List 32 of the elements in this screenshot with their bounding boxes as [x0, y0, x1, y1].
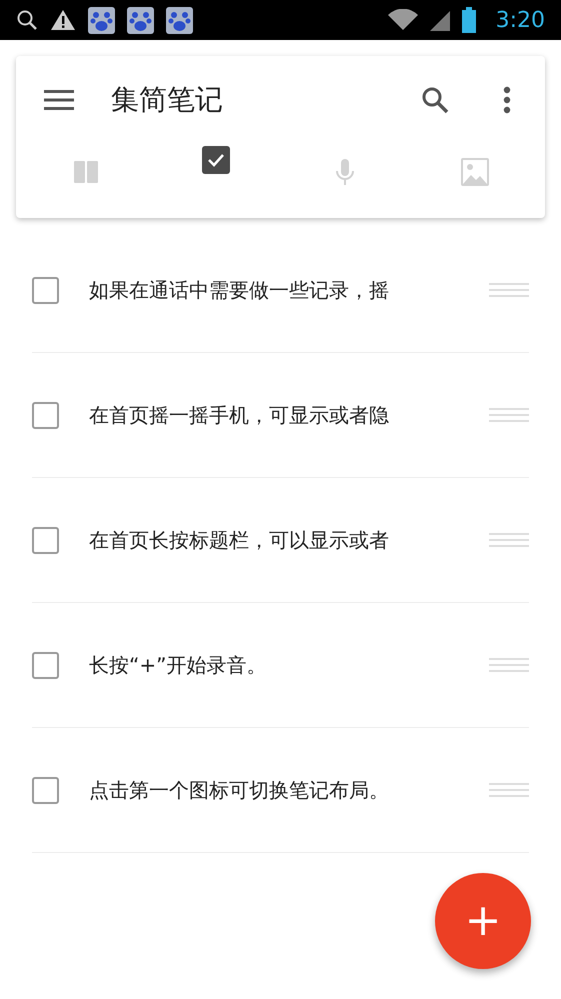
search-icon [421, 86, 449, 114]
clock: 3:20 [496, 6, 545, 34]
paw-icon [166, 6, 193, 34]
note-text: 在首页长按标题栏，可以显示或者 [89, 527, 389, 554]
drag-handle-icon[interactable] [489, 408, 529, 422]
drag-handle-icon[interactable] [489, 533, 529, 547]
note-text: 长按“+”开始录音。 [89, 652, 266, 679]
note-text: 点击第一个图标可切换笔记布局。 [89, 777, 389, 804]
checkbox-icon [200, 145, 231, 175]
drag-handle-icon[interactable] [489, 658, 529, 672]
checkbox[interactable] [32, 526, 59, 554]
paw-icon [88, 6, 115, 34]
note-text: 在首页摇一摇手机，可显示或者隐 [89, 402, 389, 429]
note-text: 如果在通话中需要做一些记录，摇 [89, 277, 389, 304]
checkbox[interactable] [32, 402, 59, 428]
battery-icon [462, 7, 476, 33]
image-icon [460, 157, 490, 187]
app-title: 集简笔记 [111, 82, 223, 118]
search-icon [16, 9, 38, 31]
more-button[interactable] [501, 84, 513, 116]
more-icon [503, 86, 511, 114]
signal-icon [430, 9, 450, 31]
checkbox[interactable] [32, 276, 59, 304]
drag-handle-icon[interactable] [489, 283, 529, 297]
paw-icon [127, 6, 154, 34]
drag-handle-icon[interactable] [489, 783, 529, 797]
warning-icon [50, 9, 76, 31]
menu-icon [44, 89, 74, 111]
wifi-icon [388, 9, 418, 31]
add-button[interactable]: + [435, 873, 531, 969]
checkbox[interactable] [32, 776, 59, 804]
checkbox[interactable] [32, 652, 59, 678]
